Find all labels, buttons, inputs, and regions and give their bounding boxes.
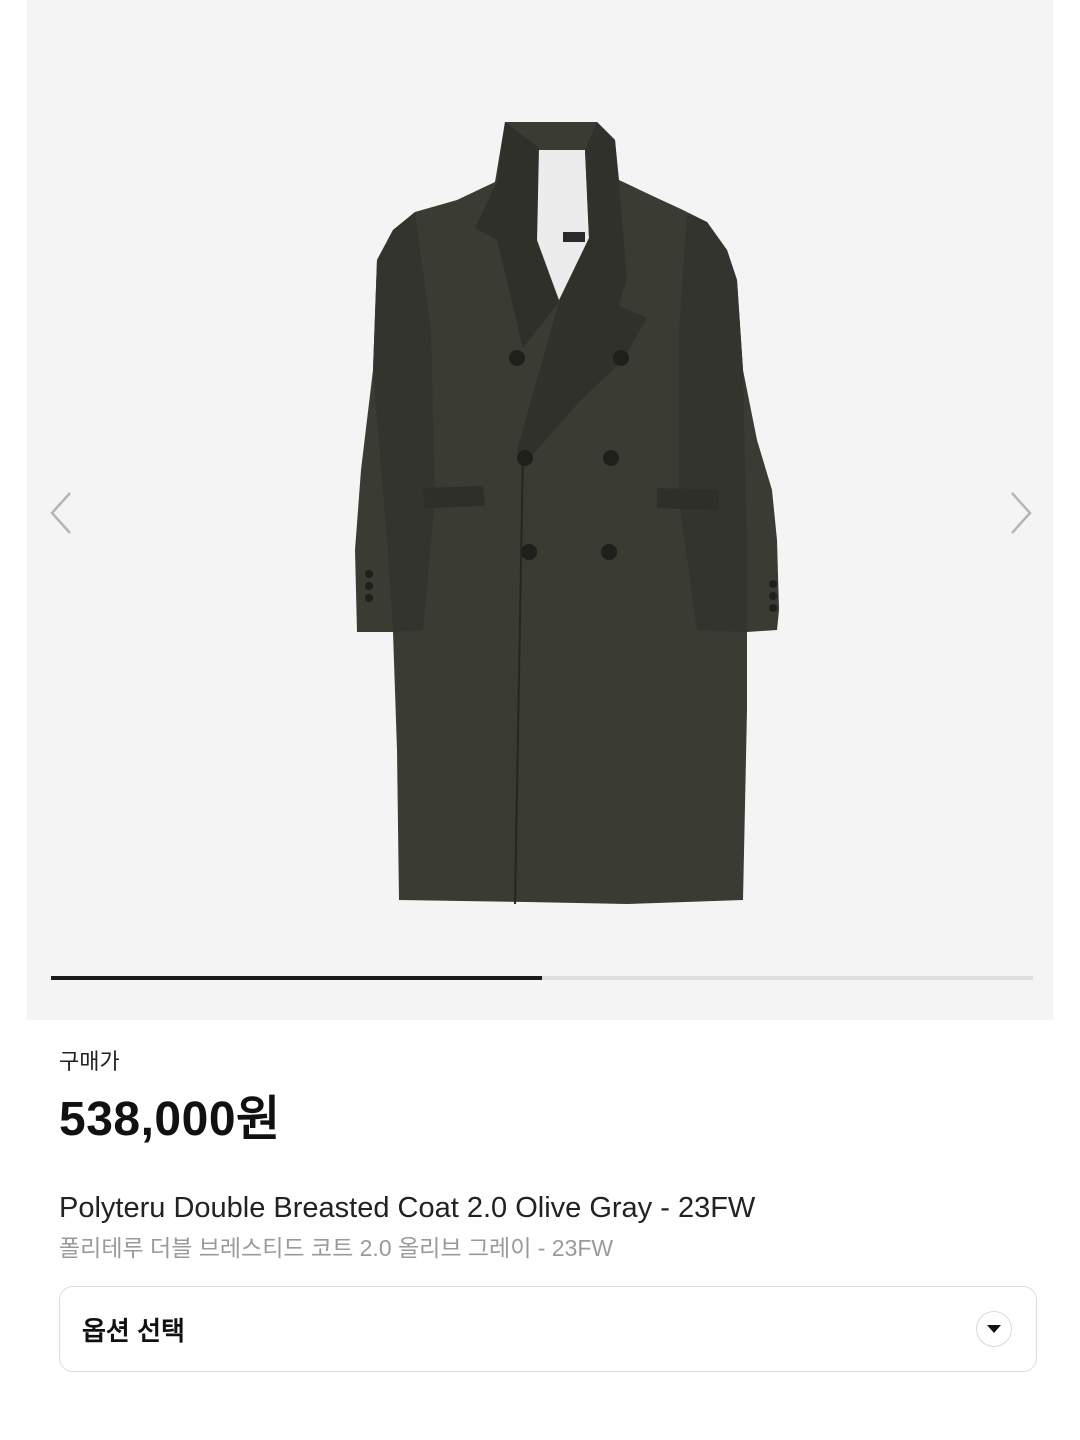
- price-value: 538,000원: [59, 1093, 281, 1146]
- prev-image-button[interactable]: [41, 486, 81, 540]
- dropdown-toggle[interactable]: [976, 1311, 1012, 1347]
- product-image-gallery[interactable]: [27, 0, 1053, 1020]
- next-image-button[interactable]: [1001, 486, 1041, 540]
- chevron-left-icon: [50, 492, 71, 534]
- image-progress-fill: [51, 976, 542, 980]
- caret-down-icon: [987, 1325, 1001, 1333]
- product-title-en: Polyteru Double Breasted Coat 2.0 Olive …: [59, 1192, 756, 1224]
- chevron-right-icon: [1011, 492, 1032, 534]
- option-select-label: 옵션 선택: [82, 1315, 185, 1346]
- price-label: 구매가: [59, 1049, 120, 1074]
- product-info: 구매가 538,000원 Polyteru Double Breasted Co…: [59, 1046, 1039, 1264]
- product-image: [355, 122, 779, 905]
- product-title-ko: 폴리테루 더블 브레스티드 코트 2.0 올리브 그레이 - 23FW: [59, 1235, 614, 1261]
- image-progress-bar: [51, 976, 1033, 980]
- option-select-dropdown[interactable]: 옵션 선택: [59, 1286, 1037, 1372]
